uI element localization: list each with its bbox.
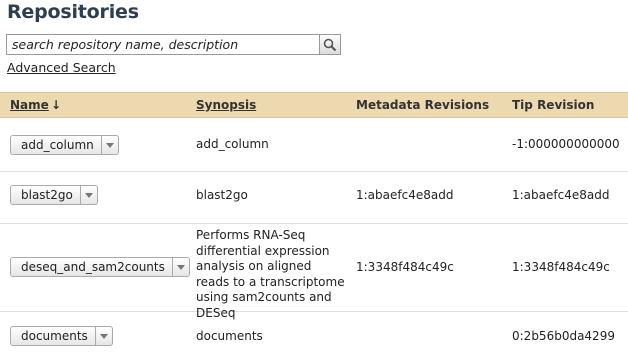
repo-menu-button[interactable]: deseq_and_sam2counts [10,257,190,277]
tip-revision-cell: 1:3348f484c49c [512,260,610,274]
repo-name: add_column [21,138,94,152]
metadata-revisions-cell: 1:abaefc4e8add [356,188,454,202]
metadata-revisions-cell: 1:3348f484c49c [356,260,454,274]
table-row: blast2go blast2go 1:abaefc4e8add 1:abaef… [0,172,628,224]
column-header-name-label: Name [10,98,49,112]
repo-menu-button[interactable]: add_column [10,135,119,155]
chevron-down-icon[interactable] [100,136,118,154]
column-header-tip-revision: Tip Revision [512,98,595,112]
search-icon [323,38,337,51]
repo-menu-button[interactable]: documents [10,326,113,346]
column-header-metadata-revisions: Metadata Revisions [356,98,490,112]
chevron-down-icon[interactable] [79,186,97,204]
chevron-down-icon[interactable] [94,327,112,345]
tip-revision-cell: 1:abaefc4e8add [512,188,610,202]
synopsis-cell: documents [196,329,263,343]
page-title: Repositories [7,1,139,23]
search-input[interactable] [6,34,319,55]
repositories-page: Repositories Advanced Search Name ↓ Syno… [0,0,628,361]
chevron-down-icon[interactable] [171,258,189,276]
repo-name: blast2go [21,188,73,202]
synopsis-cell: add_column [196,137,269,151]
table-row: deseq_and_sam2counts Performs RNA-Seq di… [0,224,628,320]
synopsis-cell: blast2go [196,188,248,202]
repo-menu-button[interactable]: blast2go [10,185,98,205]
repo-name: deseq_and_sam2counts [21,260,165,274]
table-row: add_column add_column -1:000000000000 [0,118,628,172]
column-header-synopsis[interactable]: Synopsis [196,98,256,112]
repo-name: documents [21,329,88,343]
tip-revision-cell: 0:2b56b0da4299 [512,329,615,343]
search-bar [6,34,341,55]
advanced-search-link[interactable]: Advanced Search [7,60,116,75]
sort-arrow-icon: ↓ [51,98,62,112]
synopsis-cell: Performs RNA-Seq differential expression… [196,228,345,320]
search-button[interactable] [319,34,341,55]
table-row: documents documents 0:2b56b0da4299 [0,312,628,361]
table-header: Name ↓ Synopsis Metadata Revisions Tip R… [0,92,628,118]
tip-revision-cell: -1:000000000000 [512,137,620,151]
column-header-name[interactable]: Name [10,98,49,112]
